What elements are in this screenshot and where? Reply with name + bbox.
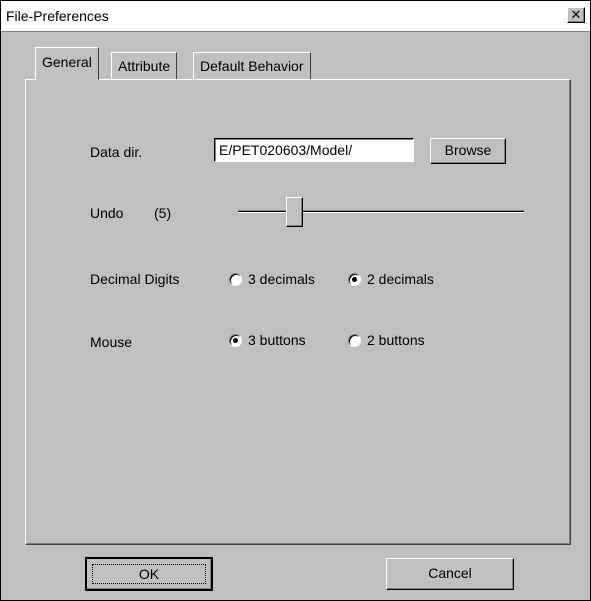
ok-button[interactable]: OK bbox=[85, 557, 213, 591]
focus-rectangle bbox=[92, 564, 206, 584]
close-icon: ✕ bbox=[570, 7, 582, 22]
tab-default-behavior[interactable]: Default Behavior bbox=[193, 52, 311, 79]
cancel-button[interactable]: Cancel bbox=[386, 558, 514, 590]
title-bar[interactable]: File-Preferences ✕ bbox=[1, 1, 590, 32]
window-title: File-Preferences bbox=[6, 8, 109, 24]
tab-attribute[interactable]: Attribute bbox=[111, 52, 178, 79]
preferences-dialog: File-Preferences ✕ General Attribute Def… bbox=[0, 0, 591, 601]
tab-default-behavior-label: Default Behavior bbox=[200, 58, 304, 74]
tab-general-label: General bbox=[42, 54, 92, 70]
general-tab-panel bbox=[25, 79, 571, 545]
tab-attribute-label: Attribute bbox=[118, 58, 171, 74]
tab-general[interactable]: General bbox=[35, 47, 99, 80]
close-button[interactable]: ✕ bbox=[567, 7, 585, 23]
cancel-button-label: Cancel bbox=[428, 565, 472, 581]
